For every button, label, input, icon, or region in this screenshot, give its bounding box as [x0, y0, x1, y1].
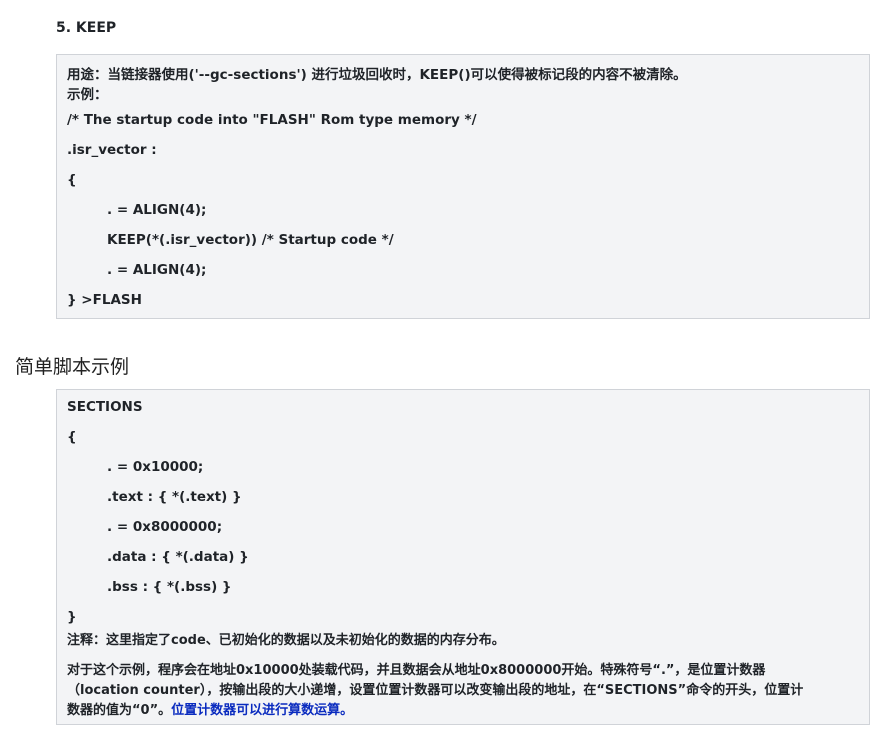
note-text: 注释：这里指定了code、已初始化的数据以及未初始化的数据的内存分布。	[67, 633, 505, 648]
code-line: .isr_vector :	[67, 142, 157, 158]
script-code-block: SECTIONS { . = 0x10000; .text : { *(.tex…	[56, 389, 870, 725]
section-title-simple-script: 简单脚本示例	[15, 356, 130, 378]
code-line: KEEP(*(.isr_vector)) /* Startup code */	[107, 232, 394, 248]
paragraph-line: 对于这个示例，程序会在地址0x10000处装载代码，并且数据会从地址0x8000…	[67, 663, 766, 678]
code-line: .data : { *(.data) }	[107, 549, 249, 565]
code-line: {	[67, 429, 77, 445]
code-line: .text : { *(.text) }	[107, 489, 242, 505]
paragraph-text: 数器的值为“0”。	[67, 703, 172, 718]
code-line: SECTIONS	[67, 399, 143, 415]
code-line: . = 0x10000;	[107, 459, 204, 475]
code-line: }	[67, 609, 77, 625]
code-line: . = 0x8000000;	[107, 519, 223, 535]
code-line: . = ALIGN(4);	[107, 262, 207, 278]
code-line: . = ALIGN(4);	[107, 202, 207, 218]
keep-code-block: 用途：当链接器使用('--gc-sections') 进行垃圾回收时，KEEP(…	[56, 54, 870, 319]
paragraph-line: （location counter），按输出段的大小递增，设置位置计数器可以改变…	[67, 683, 804, 698]
example-label: 示例：	[67, 87, 108, 103]
code-line: .bss : { *(.bss) }	[107, 579, 232, 595]
highlighted-text: 位置计数器可以进行算数运算。	[171, 703, 354, 718]
code-line: /* The startup code into "FLASH" Rom typ…	[67, 112, 477, 128]
code-line: } >FLASH	[67, 292, 142, 308]
paragraph-line: 数器的值为“0”。位置计数器可以进行算数运算。	[67, 699, 353, 718]
code-line: {	[67, 172, 77, 188]
section-heading-keep: 5. KEEP	[56, 20, 117, 36]
usage-text: 用途：当链接器使用('--gc-sections') 进行垃圾回收时，KEEP(…	[67, 67, 687, 83]
